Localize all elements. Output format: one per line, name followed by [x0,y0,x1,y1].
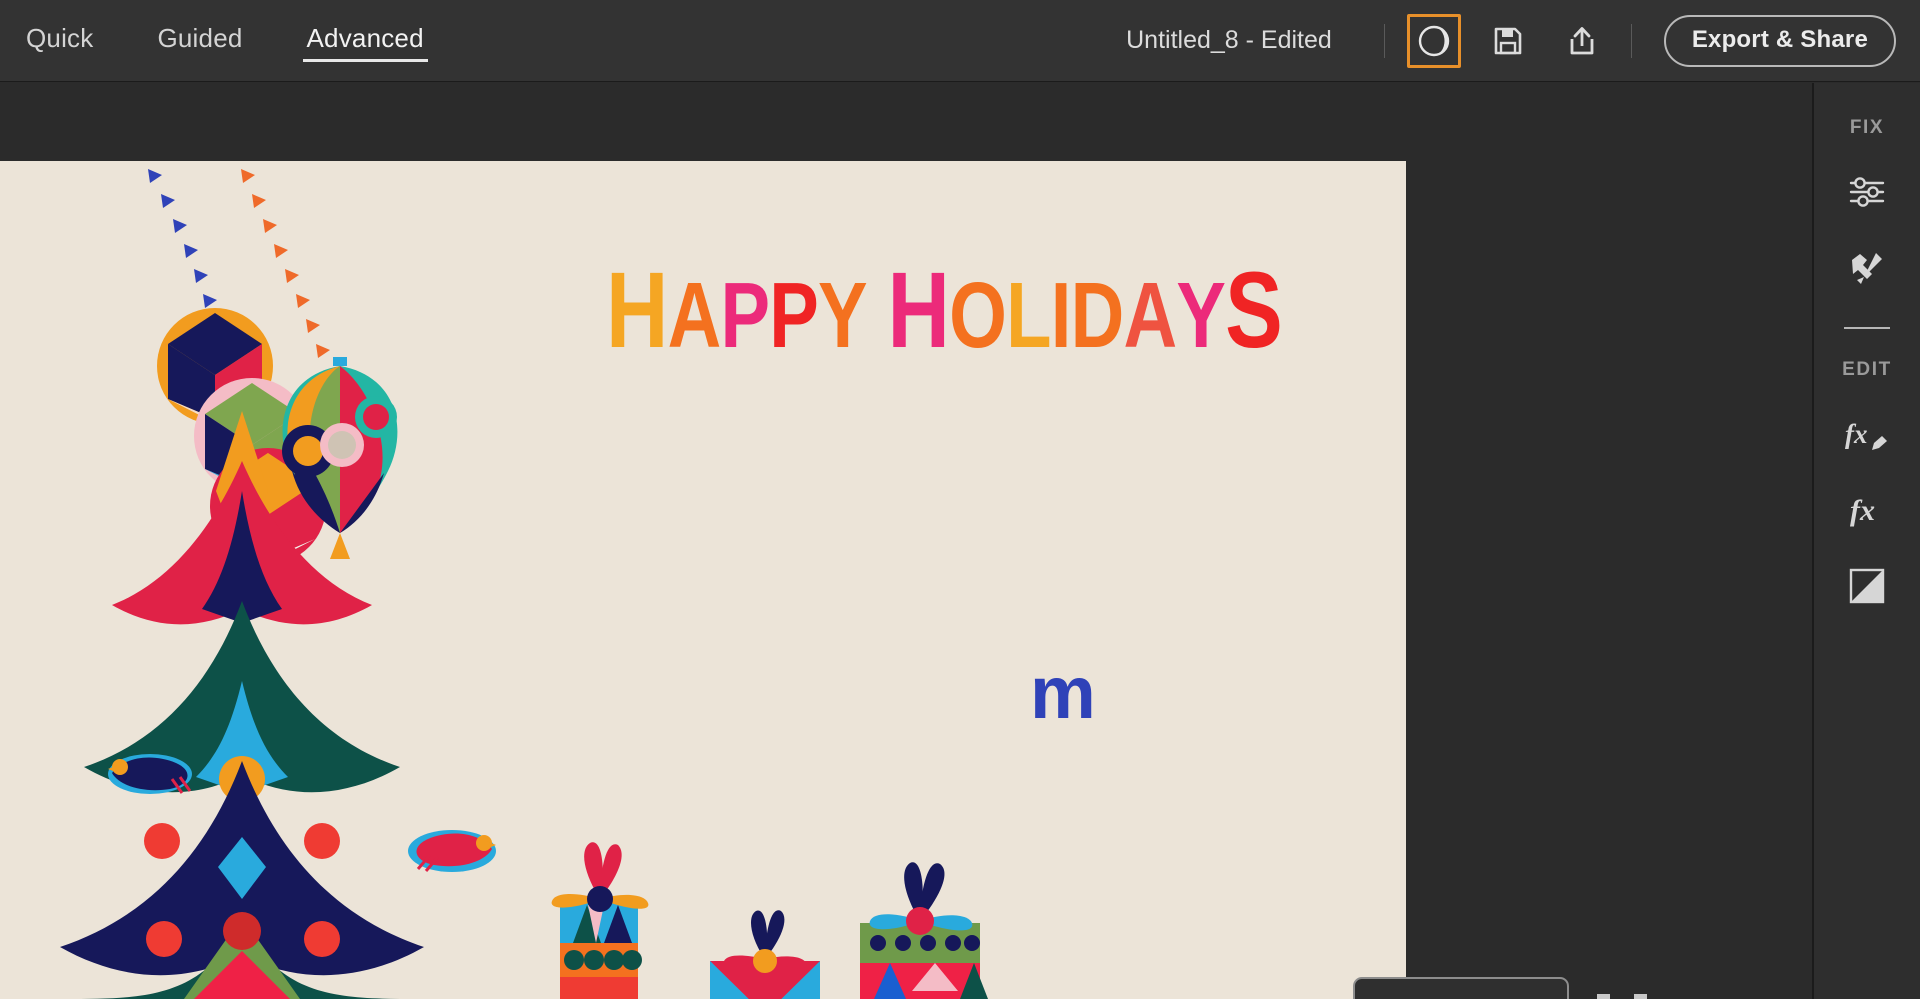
headline-letter: Y [1176,263,1226,367]
export-and-share-button[interactable]: Export & Share [1663,14,1896,67]
right-sidebar: FIX EDIT fx fx [1812,83,1920,999]
tools-hammer-wrench-icon[interactable] [1836,237,1898,299]
svg-text:fx: fx [1845,419,1868,449]
bird-right [408,830,496,872]
header-divider-1 [1383,23,1385,58]
tab-advanced[interactable]: Advanced [302,23,429,62]
headline-letter: A [1123,263,1177,367]
headline-letter: Y [817,263,868,367]
rail-divider [1844,327,1890,329]
rail-section-edit-label: EDIT [1842,359,1892,380]
tab-quick[interactable]: Quick [26,23,93,59]
share-icon[interactable] [1555,14,1609,68]
header-actions: Untitled_8 - Edited Export & Share [1126,13,1920,68]
header-divider-2 [1630,23,1632,58]
subtext-layer[interactable]: m [1030,656,1096,730]
handle-dot[interactable] [1634,994,1647,999]
photo-editor-app: Quick Guided Advanced Untitled_8 - Edite… [0,0,1920,999]
app-header: Quick Guided Advanced Untitled_8 - Edite… [0,0,1920,82]
image-canvas[interactable]: HAPPY HOLIDAYS m [0,161,1406,999]
bird-left [108,754,192,794]
headline-letter: L [1006,263,1051,367]
tab-guided[interactable]: Guided [157,23,242,59]
bottom-toolbar-handles[interactable] [1597,994,1647,999]
bottom-toolbar[interactable] [1353,977,1569,999]
contrast-gradient-icon[interactable] [1836,555,1898,617]
headline-letter [867,269,888,362]
headline-letter: H [887,249,950,370]
handle-dot[interactable] [1597,994,1610,999]
document-title: Untitled_8 - Edited [1126,26,1332,54]
headline-letter: P [720,263,770,367]
headline-letter: I [1050,263,1072,367]
fx-icon[interactable]: fx [1836,479,1898,541]
headline-letter: P [769,263,819,367]
save-icon[interactable] [1481,14,1535,68]
headline-letter: H [606,249,668,370]
mode-tabs: Quick Guided Advanced [0,23,429,62]
rail-section-fix-label: FIX [1849,117,1885,138]
before-after-icon[interactable] [1406,13,1461,68]
fx-pencil-icon[interactable]: fx [1836,403,1898,465]
svg-text:fx: fx [1850,494,1875,527]
headline-letter: S [1225,249,1283,370]
headline-letter: O [949,263,1007,367]
headline-text[interactable]: HAPPY HOLIDAYS [606,249,1283,370]
headline-letter: A [667,263,722,367]
adjustments-sliders-icon[interactable] [1836,161,1898,223]
headline-letter: D [1070,263,1125,367]
canvas-workspace[interactable]: HAPPY HOLIDAYS m [0,83,1812,999]
